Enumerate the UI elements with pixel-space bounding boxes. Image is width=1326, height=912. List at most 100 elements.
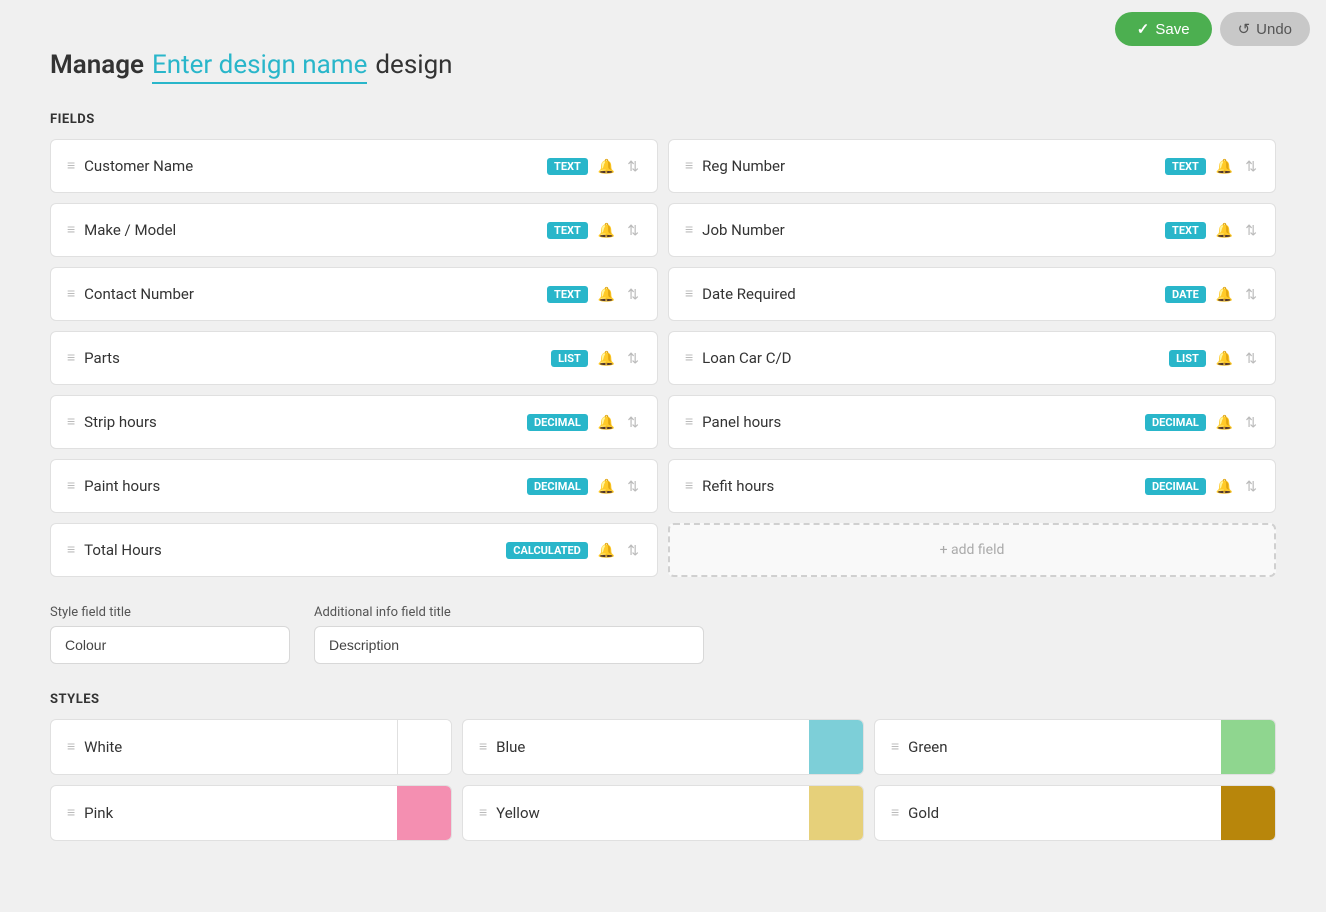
- drag-handle-icon[interactable]: ≡: [67, 159, 74, 173]
- drag-handle-icon[interactable]: ≡: [67, 415, 74, 429]
- fields-grid: ≡ Customer Name TEXT 🔔 ⇅ ≡ Reg Number TE…: [50, 139, 1276, 577]
- drag-handle-yellow-icon[interactable]: ≡: [479, 806, 486, 820]
- drag-handle-icon[interactable]: ≡: [67, 287, 74, 301]
- arrows-icon-parts[interactable]: ⇅: [625, 350, 641, 367]
- field-item-panel-hours: ≡ Panel hours DECIMAL 🔔 ⇅: [668, 395, 1276, 449]
- save-button[interactable]: Save: [1115, 12, 1212, 46]
- drag-handle-icon[interactable]: ≡: [67, 223, 74, 237]
- drag-handle-icon[interactable]: ≡: [67, 543, 74, 557]
- info-icon-panel-hours[interactable]: 🔔: [1214, 414, 1235, 431]
- field-item-contact-number: ≡ Contact Number TEXT 🔔 ⇅: [50, 267, 658, 321]
- color-swatch-gold[interactable]: [1221, 786, 1275, 840]
- info-icon-strip-hours[interactable]: 🔔: [596, 414, 617, 431]
- arrows-icon-reg-number[interactable]: ⇅: [1243, 158, 1259, 175]
- badge-text-make-model: TEXT: [547, 222, 588, 239]
- add-field-label: + add field: [940, 542, 1005, 558]
- field-name-make-model: Make / Model: [84, 221, 176, 239]
- additional-info-input[interactable]: [314, 626, 704, 664]
- color-swatch-yellow[interactable]: [809, 786, 863, 840]
- style-item-blue: ≡ Blue: [462, 719, 864, 775]
- field-name-contact-number: Contact Number: [84, 285, 194, 303]
- drag-handle-pink-icon[interactable]: ≡: [67, 806, 74, 820]
- drag-handle-icon[interactable]: ≡: [685, 159, 692, 173]
- field-name-refit-hours: Refit hours: [702, 477, 774, 495]
- badge-text-job-number: TEXT: [1165, 222, 1206, 239]
- drag-handle-gold-icon[interactable]: ≡: [891, 806, 898, 820]
- field-name-total-hours: Total Hours: [84, 541, 162, 559]
- info-icon-paint-hours[interactable]: 🔔: [596, 478, 617, 495]
- drag-handle-white-icon[interactable]: ≡: [67, 740, 74, 754]
- color-swatch-green[interactable]: [1221, 720, 1275, 774]
- arrows-icon-total-hours[interactable]: ⇅: [625, 542, 641, 559]
- badge-decimal-panel-hours: DECIMAL: [1145, 414, 1206, 431]
- style-name-blue: Blue: [496, 738, 525, 756]
- arrows-icon-paint-hours[interactable]: ⇅: [625, 478, 641, 495]
- badge-decimal-strip-hours: DECIMAL: [527, 414, 588, 431]
- info-icon-customer-name[interactable]: 🔔: [596, 158, 617, 175]
- style-item-gold: ≡ Gold: [874, 785, 1276, 841]
- info-icon-job-number[interactable]: 🔔: [1214, 222, 1235, 239]
- info-icon-reg-number[interactable]: 🔔: [1214, 158, 1235, 175]
- drag-handle-blue-icon[interactable]: ≡: [479, 740, 486, 754]
- style-field-title-label: Style field title: [50, 605, 290, 620]
- drag-handle-icon[interactable]: ≡: [685, 415, 692, 429]
- design-name-input-display[interactable]: Enter design name: [152, 50, 367, 84]
- info-icon-make-model[interactable]: 🔔: [596, 222, 617, 239]
- badge-date-date-required: DATE: [1165, 286, 1206, 303]
- add-field-button[interactable]: + add field: [668, 523, 1276, 577]
- field-item-reg-number: ≡ Reg Number TEXT 🔔 ⇅: [668, 139, 1276, 193]
- additional-info-group: Additional info field title: [314, 605, 704, 664]
- field-name-panel-hours: Panel hours: [702, 413, 781, 431]
- info-icon-parts[interactable]: 🔔: [596, 350, 617, 367]
- badge-list-parts: LIST: [551, 350, 588, 367]
- drag-handle-icon[interactable]: ≡: [685, 479, 692, 493]
- style-item-pink: ≡ Pink: [50, 785, 452, 841]
- style-name-pink: Pink: [84, 804, 113, 822]
- arrows-icon-contact-number[interactable]: ⇅: [625, 286, 641, 303]
- arrows-icon-customer-name[interactable]: ⇅: [625, 158, 641, 175]
- style-item-white: ≡ White: [50, 719, 452, 775]
- info-icon-refit-hours[interactable]: 🔔: [1214, 478, 1235, 495]
- title-design: design: [375, 50, 452, 80]
- drag-handle-icon[interactable]: ≡: [67, 351, 74, 365]
- drag-handle-icon[interactable]: ≡: [685, 287, 692, 301]
- color-swatch-pink[interactable]: [397, 786, 451, 840]
- arrows-icon-loan-car[interactable]: ⇅: [1243, 350, 1259, 367]
- badge-text-customer-name: TEXT: [547, 158, 588, 175]
- arrows-icon-strip-hours[interactable]: ⇅: [625, 414, 641, 431]
- arrows-icon-make-model[interactable]: ⇅: [625, 222, 641, 239]
- style-name-gold: Gold: [908, 804, 939, 822]
- badge-decimal-paint-hours: DECIMAL: [527, 478, 588, 495]
- info-icon-date-required[interactable]: 🔔: [1214, 286, 1235, 303]
- undo-button[interactable]: Undo: [1220, 12, 1310, 46]
- page-title: Manage Enter design name design: [50, 50, 1276, 84]
- field-item-strip-hours: ≡ Strip hours DECIMAL 🔔 ⇅: [50, 395, 658, 449]
- style-item-yellow: ≡ Yellow: [462, 785, 864, 841]
- badge-list-loan-car: LIST: [1169, 350, 1206, 367]
- main-content: Manage Enter design name design FIELDS ≡…: [0, 0, 1326, 881]
- arrows-icon-job-number[interactable]: ⇅: [1243, 222, 1259, 239]
- color-swatch-white[interactable]: [397, 720, 451, 774]
- arrows-icon-refit-hours[interactable]: ⇅: [1243, 478, 1259, 495]
- info-icon-total-hours[interactable]: 🔔: [596, 542, 617, 559]
- info-icon-loan-car[interactable]: 🔔: [1214, 350, 1235, 367]
- field-name-loan-car: Loan Car C/D: [702, 349, 791, 367]
- badge-text-reg-number: TEXT: [1165, 158, 1206, 175]
- style-name-green: Green: [908, 738, 947, 756]
- color-swatch-blue[interactable]: [809, 720, 863, 774]
- fields-section-label: FIELDS: [50, 112, 1276, 127]
- drag-handle-green-icon[interactable]: ≡: [891, 740, 898, 754]
- field-name-parts: Parts: [84, 349, 120, 367]
- field-item-refit-hours: ≡ Refit hours DECIMAL 🔔 ⇅: [668, 459, 1276, 513]
- badge-decimal-refit-hours: DECIMAL: [1145, 478, 1206, 495]
- drag-handle-icon[interactable]: ≡: [685, 351, 692, 365]
- arrows-icon-date-required[interactable]: ⇅: [1243, 286, 1259, 303]
- drag-handle-icon[interactable]: ≡: [67, 479, 74, 493]
- style-field-title-input[interactable]: [50, 626, 290, 664]
- arrows-icon-panel-hours[interactable]: ⇅: [1243, 414, 1259, 431]
- field-item-total-hours: ≡ Total Hours CALCULATED 🔔 ⇅: [50, 523, 658, 577]
- drag-handle-icon[interactable]: ≡: [685, 223, 692, 237]
- info-icon-contact-number[interactable]: 🔔: [596, 286, 617, 303]
- field-name-job-number: Job Number: [702, 221, 785, 239]
- styles-grid: ≡ White ≡ Blue ≡ Green ≡ Pink: [50, 719, 1276, 841]
